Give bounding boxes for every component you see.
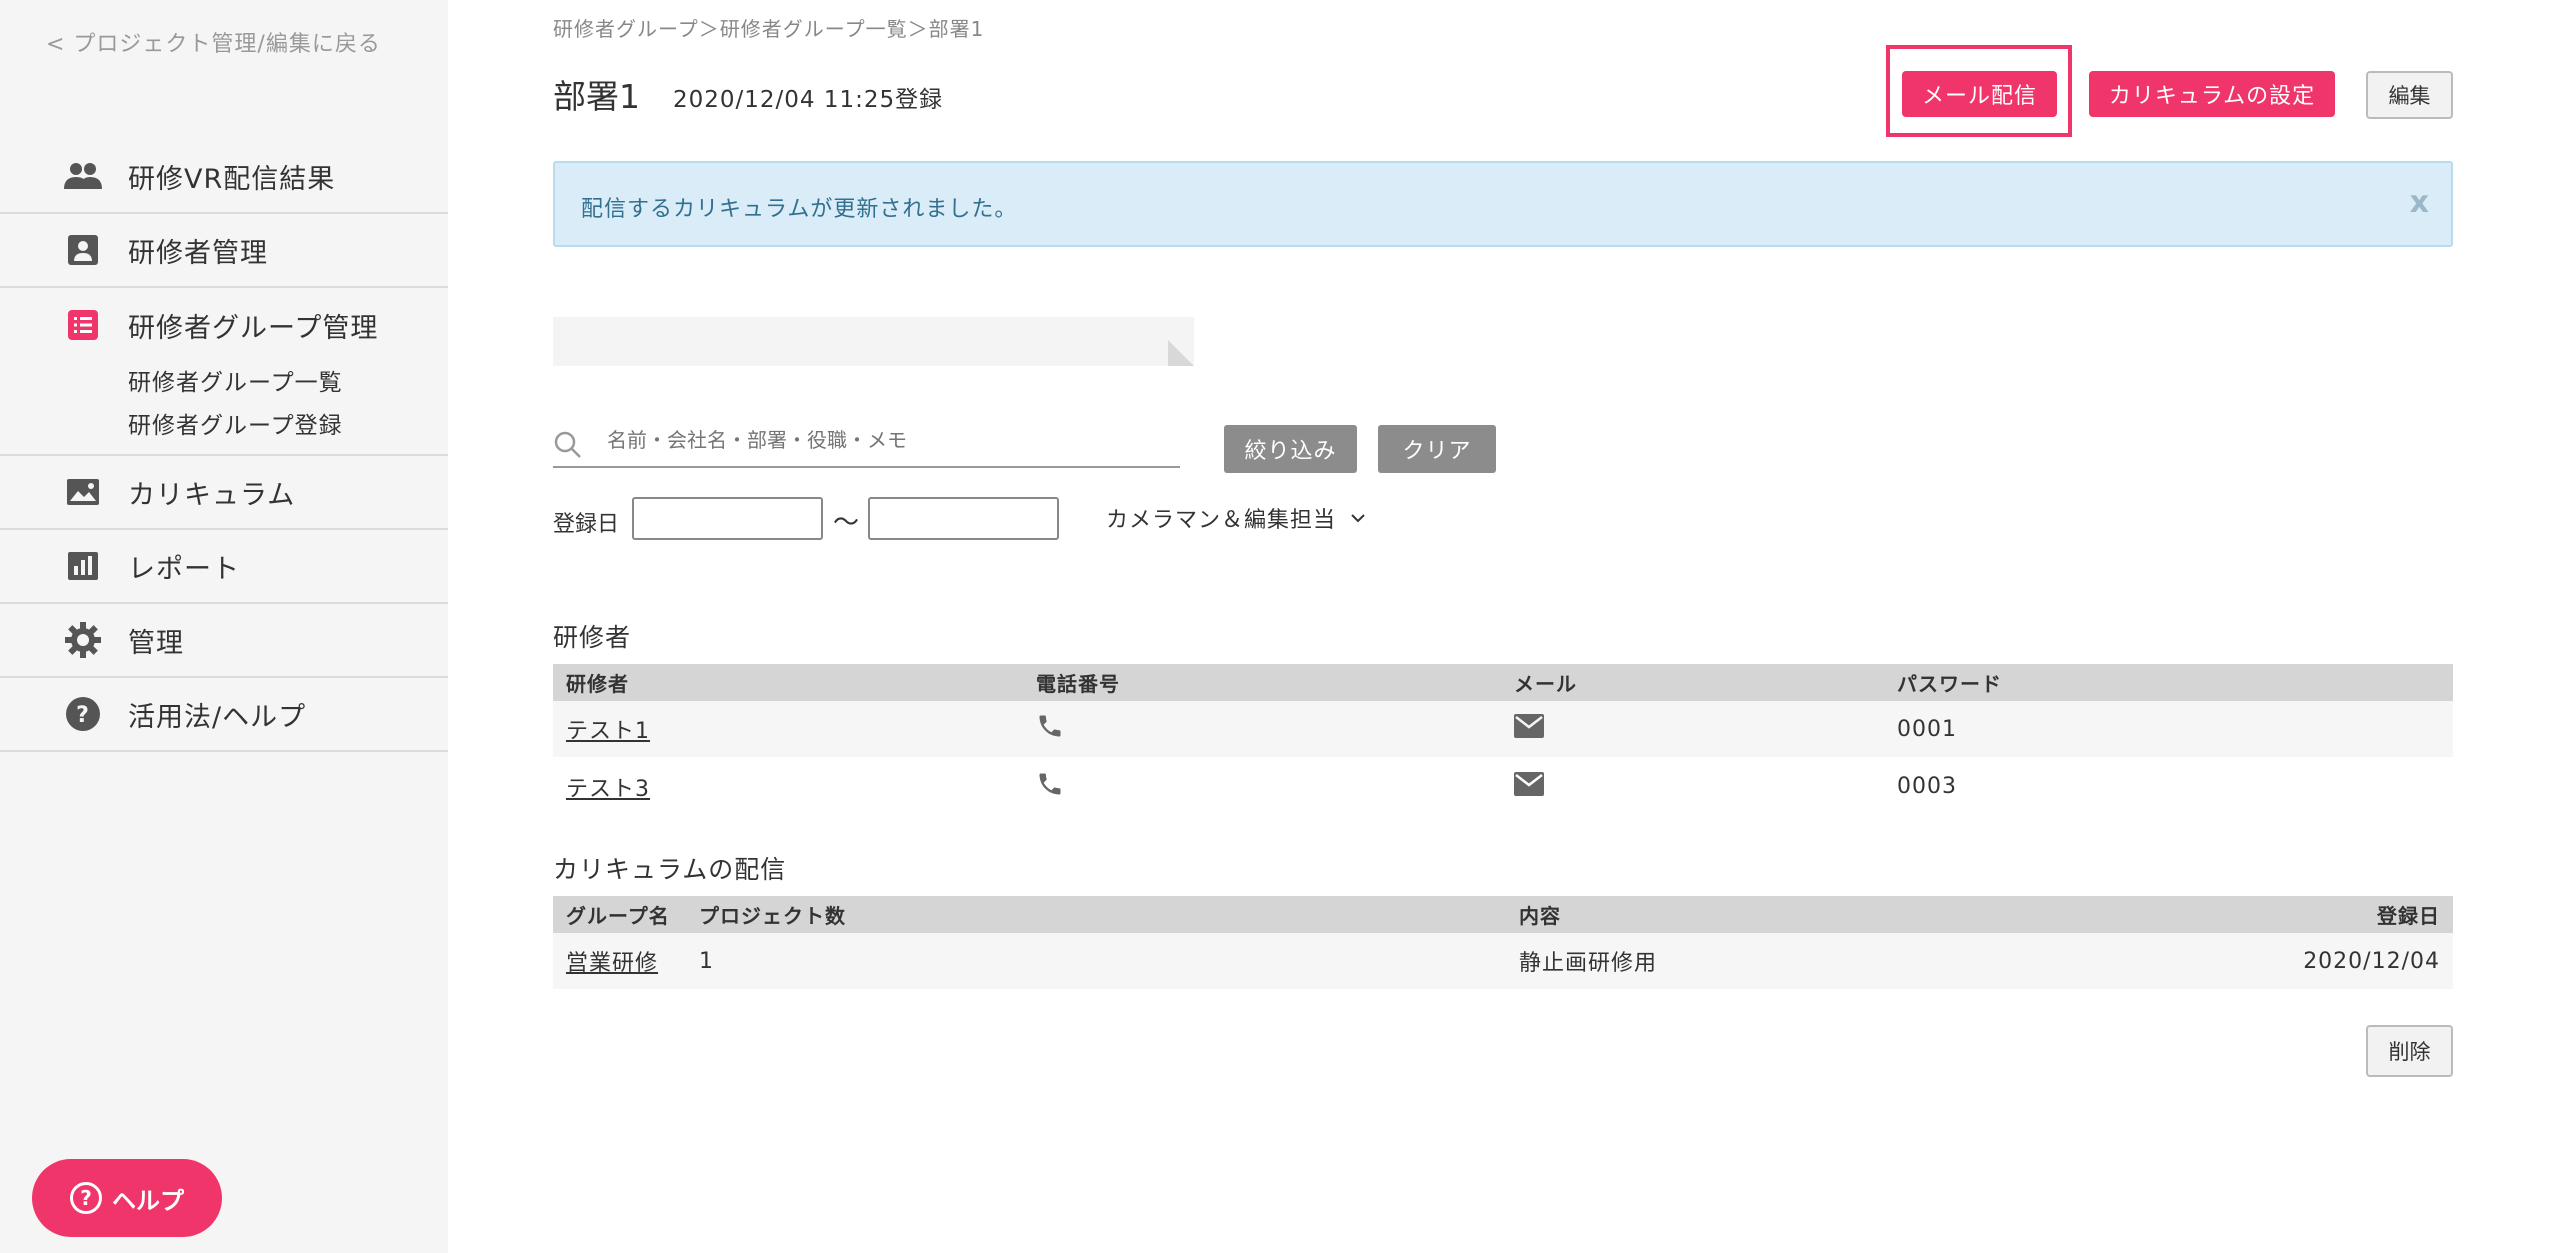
password-cell: 0003 [1897,774,1957,799]
sidebar-item-report[interactable]: レポート [0,530,448,604]
date-label: 登録日 [553,512,620,537]
question-icon: ? [70,1182,102,1214]
sidebar-item-label: 研修VR配信結果 [128,163,336,195]
sidebar-item-label: 管理 [128,627,184,659]
camera-editor-select[interactable]: カメラマン＆編集担当 [1106,502,1366,534]
page-fold-corner [1168,340,1194,366]
chevron-down-icon [1351,514,1365,523]
mail-icon[interactable] [1514,714,1544,738]
trainee-link[interactable]: テスト1 [566,719,650,744]
phone-icon[interactable] [1036,712,1064,740]
table-header-row: グループ名 プロジェクト数 内容 登録日 [553,896,2453,933]
help-button-label: ヘルプ [112,1186,184,1215]
date-cell: 2020/12/04 [2303,948,2440,974]
registered-date: 2020/12/04 11:25登録 [673,87,944,113]
column-header: グループ名 [566,904,670,928]
person-card-icon [64,231,102,269]
close-icon[interactable]: x [2410,185,2429,220]
subnav-item-group-list[interactable]: 研修者グループ一覧 [128,362,448,405]
mail-icon[interactable] [1514,771,1544,796]
table-header-row: 研修者 電話番号 メール パスワード [553,664,2453,701]
search-box [553,420,1180,468]
page-title: 部署1 [553,77,640,116]
project-count-cell: 1 [699,948,714,974]
trainees-table: 研修者 電話番号 メール パスワード テスト1 0001 テスト3 0003 [553,664,2453,816]
gear-icon [64,621,102,659]
sidebar-subnav: 研修者グループ一覧 研修者グループ登録 [0,362,448,456]
sidebar-item-label: カリキュラム [128,479,296,511]
sidebar-item-help[interactable]: ? 活用法/ヘルプ [0,678,448,752]
placeholder-panel [553,317,1194,366]
svg-text:?: ? [76,703,90,728]
date-to-input[interactable] [868,497,1059,540]
breadcrumb: 研修者グループ＞研修者グループ一覧＞部署1 [553,17,985,41]
bar-chart-icon [64,547,102,585]
column-header: 研修者 [566,672,629,696]
sidebar: < プロジェクト管理/編集に戻る 研修VR配信結果 研修者管理 研修者グループ管… [0,0,448,1253]
clear-button[interactable]: クリア [1378,425,1496,473]
image-icon [64,473,102,511]
mail-send-button[interactable]: メール配信 [1902,71,2057,117]
column-header: 登録日 [2377,904,2440,928]
sidebar-item-admin[interactable]: 管理 [0,604,448,678]
edit-button[interactable]: 編集 [2366,71,2453,119]
password-cell: 0001 [1897,716,1957,742]
trainee-link[interactable]: テスト3 [566,777,650,802]
date-separator: 〜 [833,508,860,538]
people-icon [64,157,102,195]
alert-message: 配信するカリキュラムが更新されました。 [581,197,1018,222]
search-icon [554,431,581,458]
column-header: プロジェクト数 [699,904,846,928]
sidebar-item-groups[interactable]: 研修者グループ管理 [0,288,448,362]
back-link[interactable]: < プロジェクト管理/編集に戻る [46,26,381,58]
subnav-item-group-register[interactable]: 研修者グループ登録 [128,405,448,448]
column-header: メール [1514,672,1577,696]
alert-banner: 配信するカリキュラムが更新されました。 x [553,161,2453,247]
curriculum-settings-button[interactable]: カリキュラムの設定 [2089,71,2335,117]
column-header: パスワード [1897,672,2002,696]
sidebar-item-label: 研修者グループ管理 [128,312,379,344]
table-row: 営業研修 1 静止画研修用 2020/12/04 [553,933,2453,990]
help-button[interactable]: ? ヘルプ [32,1159,222,1237]
question-icon: ? [64,695,102,733]
group-link[interactable]: 営業研修 [566,951,658,976]
date-from-input[interactable] [632,497,823,540]
sidebar-item-label: レポート [128,553,240,585]
list-icon [64,306,102,344]
sidebar-item-label: 研修者管理 [128,237,268,269]
column-header: 内容 [1519,904,1561,928]
filter-button[interactable]: 絞り込み [1224,425,1357,473]
curriculum-section-title: カリキュラムの配信 [553,855,787,884]
sidebar-item-curriculum[interactable]: カリキュラム [0,456,448,530]
column-header: 電話番号 [1036,672,1120,696]
sidebar-nav: 研修VR配信結果 研修者管理 研修者グループ管理 研修者グループ一覧 研修者グル… [0,140,448,752]
curriculum-table: グループ名 プロジェクト数 内容 登録日 営業研修 1 静止画研修用 2020/… [553,896,2453,991]
search-input[interactable] [607,428,1167,452]
sidebar-item-vr-results[interactable]: 研修VR配信結果 [0,140,448,214]
sidebar-item-trainees[interactable]: 研修者管理 [0,214,448,288]
delete-button[interactable]: 削除 [2366,1025,2453,1077]
table-row: テスト3 0003 [553,758,2453,815]
table-row: テスト1 0001 [553,701,2453,758]
camera-editor-select-label: カメラマン＆編集担当 [1106,508,1337,533]
sidebar-item-label: 活用法/ヘルプ [128,701,307,733]
content-cell: 静止画研修用 [1519,951,1658,976]
trainees-section-title: 研修者 [553,623,632,652]
phone-icon[interactable] [1036,770,1064,798]
